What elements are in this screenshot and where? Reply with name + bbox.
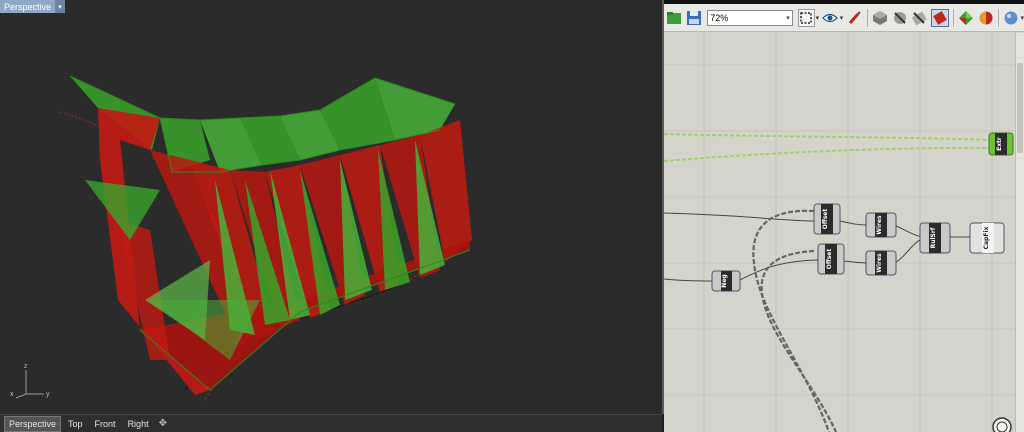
toolbar-separator xyxy=(952,8,954,27)
grasshopper-editor: 72% ▾ ▾ ▾ ▾ Extr Offset Offset Wires Wir… xyxy=(664,0,1024,432)
wires-component-bottom[interactable]: Wires xyxy=(865,250,897,276)
preview-eye-icon[interactable] xyxy=(822,9,839,27)
bake-icon[interactable] xyxy=(977,9,994,27)
rulsrf-component[interactable]: RulSrf xyxy=(919,222,951,254)
tab-perspective[interactable]: Perspective xyxy=(4,415,62,432)
axis-y-label: y xyxy=(46,391,50,398)
paint-brush-icon[interactable] xyxy=(846,9,863,27)
tab-right[interactable]: Right xyxy=(123,416,154,432)
axis-x-label: x xyxy=(10,391,14,398)
no-preview-icon[interactable] xyxy=(872,9,889,27)
capfix-label: CapFix xyxy=(983,226,990,249)
rulsrf-label: RulSrf xyxy=(930,227,937,248)
rhino-viewport[interactable]: Perspective ▾ z y x xyxy=(0,0,664,414)
chevron-down-icon[interactable]: ▾ xyxy=(816,14,820,22)
tab-top[interactable]: Top xyxy=(63,416,88,432)
viewport-tabs: Perspective Top Front Right ✥ xyxy=(0,414,662,432)
selected-wires xyxy=(664,133,995,162)
extr-label: Extr xyxy=(996,137,1003,151)
save-icon[interactable] xyxy=(686,9,703,27)
wireframe-preview-icon[interactable] xyxy=(891,9,908,27)
wires-top-label: Wires xyxy=(876,215,883,235)
wires-bottom-label: Wires xyxy=(876,253,883,273)
toolbar-separator xyxy=(997,8,999,27)
gh-vertical-scrollbar[interactable] xyxy=(1015,33,1024,432)
neg-component[interactable]: Neg xyxy=(711,270,741,292)
zoom-dropdown[interactable]: 72% ▾ xyxy=(707,9,793,26)
tab-front[interactable]: Front xyxy=(90,416,121,432)
gh-toolbar: 72% ▾ ▾ ▾ ▾ xyxy=(664,4,1024,32)
offset-component-top[interactable]: Offset xyxy=(813,203,841,235)
scrollbar-thumb[interactable] xyxy=(1017,63,1023,153)
viewport-title-label: Perspective xyxy=(4,1,52,12)
selected-preview-icon[interactable] xyxy=(930,8,949,27)
plus-icon[interactable]: ✥ xyxy=(156,418,170,429)
wires-component-top[interactable]: Wires xyxy=(865,212,897,238)
world-axes-icon: z y x xyxy=(10,363,50,399)
zoom-value: 72% xyxy=(710,12,729,23)
extr-component[interactable]: Extr xyxy=(988,132,1014,156)
viewport-title[interactable]: Perspective ▾ xyxy=(0,0,66,13)
axis-z-label: z xyxy=(24,363,28,370)
offset-top-label: Offset xyxy=(822,209,829,230)
chevron-down-icon[interactable]: ▾ xyxy=(1021,14,1024,22)
display-mode-icon[interactable] xyxy=(958,9,975,27)
toolbar-separator xyxy=(866,8,868,27)
navigation-dial-icon[interactable] xyxy=(992,417,1012,432)
offset-bottom-label: Offset xyxy=(826,249,833,270)
gh-canvas[interactable]: Extr Offset Offset Wires Wires RulSrf Ca… xyxy=(664,33,1016,432)
chevron-down-icon: ▾ xyxy=(786,14,790,22)
offset-component-bottom[interactable]: Offset xyxy=(817,243,845,275)
chevron-down-icon[interactable]: ▾ xyxy=(55,0,66,13)
sphere-icon[interactable] xyxy=(1003,9,1020,27)
shaded-preview-icon[interactable] xyxy=(911,9,928,27)
sketch-icon[interactable] xyxy=(797,8,815,27)
chevron-down-icon[interactable]: ▾ xyxy=(840,14,844,22)
3d-model-view[interactable] xyxy=(0,0,662,414)
capfix-component[interactable]: CapFix xyxy=(969,222,1005,254)
open-file-icon[interactable] xyxy=(666,9,683,27)
neg-label: Neg xyxy=(721,274,728,287)
